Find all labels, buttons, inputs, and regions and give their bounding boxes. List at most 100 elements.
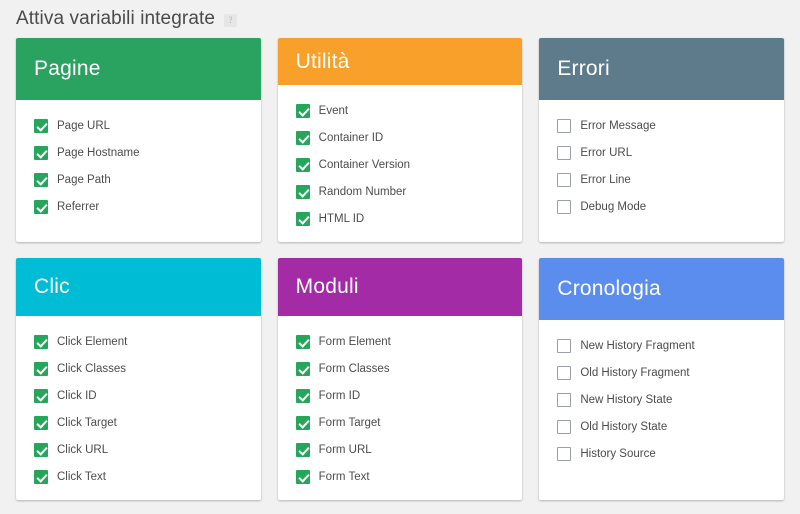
checkbox-row[interactable]: HTML ID [278, 205, 523, 232]
checkbox-checked-icon[interactable] [34, 118, 48, 133]
card-header-moduli: Moduli [277, 258, 523, 316]
card-header-pagine: Pagine [16, 38, 261, 100]
checkbox-row[interactable]: Form Text [278, 463, 523, 490]
checkbox-row[interactable]: Error URL [539, 139, 784, 166]
checkbox-label: Page Path [57, 173, 111, 186]
card-body-cronologia: New History Fragment Old History Fragment… [539, 320, 784, 500]
variable-card-cronologia: Cronologia New History Fragment Old Histor… [539, 258, 784, 500]
checkbox-row[interactable]: Form ID [278, 382, 523, 409]
checkbox-label: Click ID [57, 389, 97, 402]
checkbox-checked-icon[interactable] [34, 361, 48, 376]
checkbox-label: History Source [580, 447, 656, 460]
checkbox-unchecked-icon[interactable] [557, 199, 572, 214]
checkbox-row[interactable]: Old History State [539, 413, 784, 440]
checkbox-checked-icon[interactable] [34, 334, 48, 349]
card-body-moduli: Form Element Form Classes Form ID Form Targ… [278, 316, 523, 500]
checkbox-row[interactable]: New History Fragment [539, 332, 784, 359]
checkbox-checked-icon[interactable] [295, 415, 310, 430]
checkbox-row[interactable]: Page URL [16, 112, 261, 139]
checkbox-row[interactable]: Referrer [16, 193, 261, 220]
checkbox-unchecked-icon[interactable] [557, 365, 572, 380]
checkbox-checked-icon[interactable] [295, 442, 310, 457]
checkbox-checked-icon[interactable] [295, 103, 310, 118]
checkbox-label: Click Text [57, 470, 106, 483]
checkbox-row[interactable]: Form Classes [278, 355, 523, 382]
checkbox-checked-icon[interactable] [34, 145, 48, 160]
card-title: Pagine [34, 57, 101, 80]
card-body-errori: Error Message Error URL Error Line Debug Mo… [539, 100, 784, 242]
checkbox-checked-icon[interactable] [295, 334, 310, 349]
card-title: Utilità [295, 49, 350, 73]
checkbox-row[interactable]: History Source [539, 440, 784, 467]
checkbox-checked-icon[interactable] [295, 469, 310, 484]
checkbox-row[interactable]: Old History Fragment [539, 359, 784, 386]
checkbox-unchecked-icon[interactable] [557, 172, 572, 187]
checkbox-unchecked-icon[interactable] [557, 419, 572, 434]
checkbox-label: Error URL [580, 146, 633, 159]
checkbox-label: New History State [580, 393, 673, 406]
checkbox-label: Container Version [318, 158, 411, 171]
checkbox-row[interactable]: Debug Mode [539, 193, 784, 220]
card-body-pagine: Page URL Page Hostname Page Path Referrer [16, 100, 261, 242]
checkbox-unchecked-icon[interactable] [557, 392, 572, 407]
checkbox-label: Click Target [57, 416, 117, 429]
checkbox-label: Form Text [318, 470, 370, 483]
checkbox-checked-icon[interactable] [34, 415, 48, 430]
checkbox-row[interactable]: Error Line [539, 166, 784, 193]
checkbox-checked-icon[interactable] [295, 130, 310, 145]
checkbox-row[interactable]: Container Version [278, 151, 523, 178]
page-title: Attiva variabili integrate [16, 8, 216, 29]
checkbox-row[interactable]: Click Classes [16, 355, 261, 382]
checkbox-row[interactable]: Form Element [278, 328, 523, 355]
card-body-clic: Click Element Click Classes Click ID Click … [16, 316, 261, 500]
checkbox-row[interactable]: Click Element [16, 328, 261, 355]
checkbox-row[interactable]: Form Target [278, 409, 523, 436]
variable-card-clic: Clic Click Element Click Classes Click ID Cl… [16, 258, 261, 500]
checkbox-checked-icon[interactable] [295, 388, 310, 403]
page-header: Attiva variabili integrate ? [0, 0, 800, 38]
checkbox-unchecked-icon[interactable] [557, 145, 572, 160]
builtin-variables-grid-row-1: Pagine Page URL Page Hostname Page Path Refe… [0, 38, 800, 242]
checkbox-label: Container ID [318, 131, 384, 144]
card-header-clic: Clic [16, 258, 261, 316]
checkbox-label: Form Target [318, 416, 381, 429]
checkbox-checked-icon[interactable] [295, 157, 310, 172]
card-title: Moduli [295, 275, 359, 298]
checkbox-label: Form Classes [318, 362, 390, 375]
variable-card-pagine: Pagine Page URL Page Hostname Page Path Refe… [16, 38, 261, 242]
checkbox-checked-icon[interactable] [34, 199, 48, 214]
checkbox-row[interactable]: Click URL [16, 436, 261, 463]
checkbox-row[interactable]: Error Message [539, 112, 784, 139]
checkbox-checked-icon[interactable] [34, 469, 48, 484]
checkbox-row[interactable]: Page Hostname [16, 139, 261, 166]
checkbox-checked-icon[interactable] [34, 388, 48, 403]
card-header-cronologia: Cronologia [539, 258, 784, 320]
checkbox-row[interactable]: Click Text [16, 463, 261, 490]
checkbox-unchecked-icon[interactable] [557, 118, 572, 133]
checkbox-label: HTML ID [318, 212, 365, 225]
checkbox-label: Event [318, 104, 349, 117]
checkbox-checked-icon[interactable] [34, 442, 48, 457]
checkbox-label: Page Hostname [57, 146, 140, 159]
checkbox-checked-icon[interactable] [295, 184, 310, 199]
checkbox-row[interactable]: Container ID [278, 124, 523, 151]
checkbox-unchecked-icon[interactable] [557, 446, 572, 461]
checkbox-checked-icon[interactable] [295, 361, 310, 376]
checkbox-checked-icon[interactable] [34, 172, 48, 187]
checkbox-row[interactable]: Form URL [278, 436, 523, 463]
checkbox-label: New History Fragment [580, 339, 695, 352]
checkbox-label: Random Number [318, 185, 407, 198]
checkbox-row[interactable]: New History State [539, 386, 784, 413]
checkbox-row[interactable]: Event [278, 97, 523, 124]
checkbox-row[interactable]: Random Number [278, 178, 523, 205]
checkbox-row[interactable]: Click ID [16, 382, 261, 409]
checkbox-label: Click Element [57, 335, 128, 348]
checkbox-unchecked-icon[interactable] [557, 338, 572, 353]
checkbox-checked-icon[interactable] [295, 211, 310, 226]
checkbox-row[interactable]: Page Path [16, 166, 261, 193]
variable-card-utilita: Utilità Event Container ID Container Versio… [277, 38, 523, 242]
help-icon[interactable]: ? [224, 13, 238, 27]
checkbox-row[interactable]: Click Target [16, 409, 261, 436]
card-title: Cronologia [557, 277, 661, 300]
checkbox-label: Form ID [318, 389, 361, 402]
